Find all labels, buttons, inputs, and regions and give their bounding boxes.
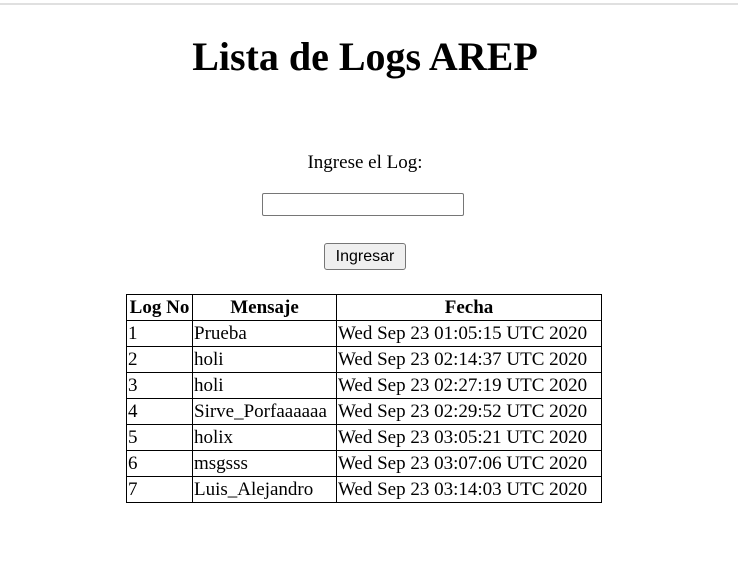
table-row: 6 msgsss Wed Sep 23 03:07:06 UTC 2020 [126,450,602,477]
table-row: 3 holi Wed Sep 23 02:27:19 UTC 2020 [126,372,602,399]
table-row: 5 holix Wed Sep 23 03:05:21 UTC 2020 [126,424,602,451]
cell-log-no: 2 [126,346,193,373]
browser-top-divider [0,3,738,5]
cell-log-no: 4 [126,398,193,425]
table-header-row: Log No Mensaje Fecha [126,294,602,321]
table-row: 2 holi Wed Sep 23 02:14:37 UTC 2020 [126,346,602,373]
cell-fecha: Wed Sep 23 03:05:21 UTC 2020 [336,424,602,451]
cell-fecha: Wed Sep 23 02:14:37 UTC 2020 [336,346,602,373]
cell-mensaje: holi [192,372,337,399]
cell-log-no: 1 [126,320,193,347]
cell-log-no: 7 [126,476,193,503]
header-log-no: Log No [126,294,193,321]
cell-mensaje: Sirve_Porfaaaaaa [192,398,337,425]
table-row: 1 Prueba Wed Sep 23 01:05:15 UTC 2020 [126,320,602,347]
cell-fecha: Wed Sep 23 03:14:03 UTC 2020 [336,476,602,503]
cell-fecha: Wed Sep 23 01:05:15 UTC 2020 [336,320,602,347]
cell-fecha: Wed Sep 23 02:27:19 UTC 2020 [336,372,602,399]
cell-fecha: Wed Sep 23 02:29:52 UTC 2020 [336,398,602,425]
cell-mensaje: Luis_Alejandro [192,476,337,503]
cell-mensaje: msgsss [192,450,337,477]
cell-mensaje: holix [192,424,337,451]
cell-log-no: 3 [126,372,193,399]
table-row: 7 Luis_Alejandro Wed Sep 23 03:14:03 UTC 2… [126,476,602,503]
header-mensaje: Mensaje [192,294,337,321]
header-fecha: Fecha [336,294,602,321]
cell-mensaje: holi [192,346,337,373]
cell-fecha: Wed Sep 23 03:07:06 UTC 2020 [336,450,602,477]
cell-log-no: 5 [126,424,193,451]
log-input[interactable] [262,193,464,216]
log-input-label: Ingrese el Log: [307,152,423,173]
ingresar-button[interactable]: Ingresar [324,243,406,270]
logs-table: Log No Mensaje Fecha 1 Prueba Wed Sep 23 0… [126,294,602,503]
cell-log-no: 6 [126,450,193,477]
page-title: Lista de Logs AREP [192,34,538,79]
cell-mensaje: Prueba [192,320,337,347]
table-row: 4 Sirve_Porfaaaaaa Wed Sep 23 02:29:52 UTC… [126,398,602,425]
